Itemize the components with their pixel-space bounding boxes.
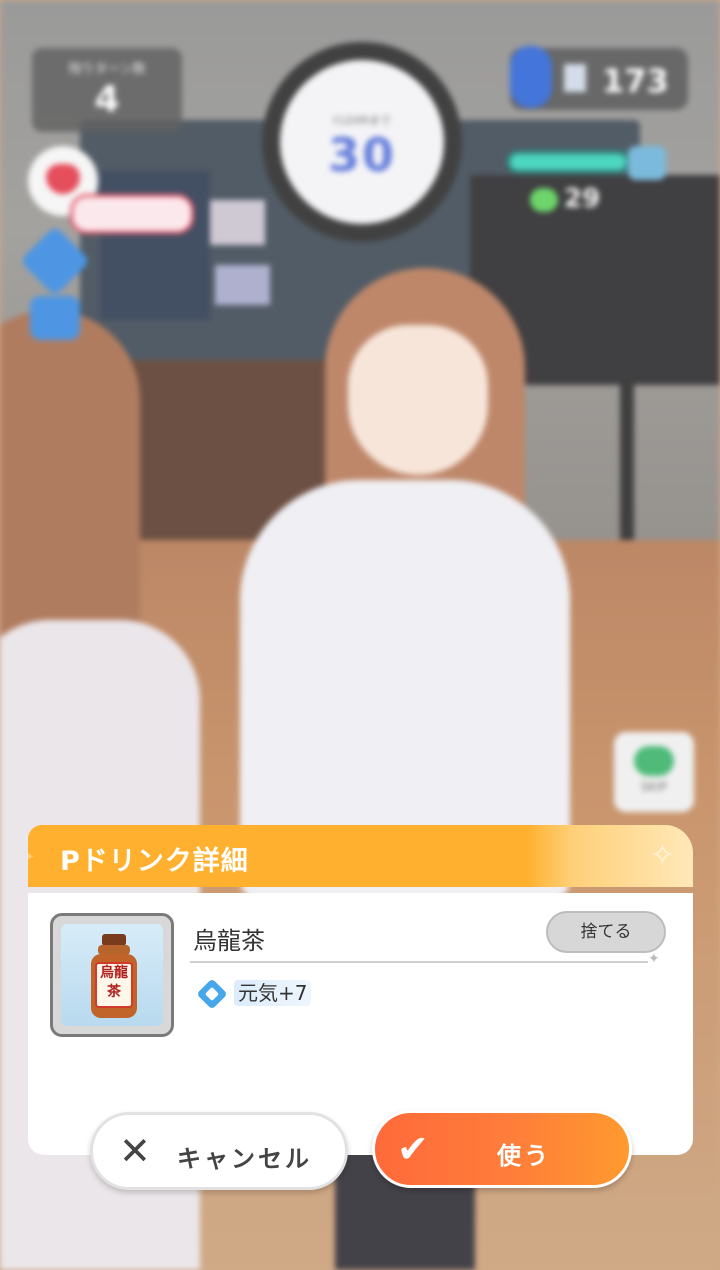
close-icon: ✕ [119,1129,154,1173]
effect-text: 元気+7 [234,980,312,1006]
cancel-button[interactable]: ✕ キャンセル [90,1112,348,1190]
discard-button[interactable]: 捨てる [546,911,666,953]
use-button[interactable]: ✔ 使う [372,1110,632,1188]
genki-diamond-icon [196,977,228,1010]
oolong-tea-bottle-icon: 烏龍茶 [89,934,139,1020]
bottle-label: 烏龍茶 [95,962,133,1008]
p-drink-detail-dialog: ✦ Pドリンク詳細 ✧ 烏龍茶 烏龍茶 捨てる ✦ 元気+7 [28,825,693,1155]
sparkle-icon: ✧ [649,838,675,873]
check-icon: ✔ [397,1127,432,1171]
item-thumbnail: 烏龍茶 [50,913,174,1037]
sparkle-icon: ✦ [648,951,660,967]
cancel-label: キャンセル [177,1145,312,1173]
dialog-header: ✦ Pドリンク詳細 ✧ [28,825,693,887]
item-effect: 元気+7 [196,977,312,1010]
divider [190,961,648,963]
item-name: 烏龍茶 [193,927,265,955]
sparkle-icon: ✦ [28,843,44,871]
dialog-title: Pドリンク詳細 [60,846,249,877]
use-label: 使う [497,1142,551,1170]
